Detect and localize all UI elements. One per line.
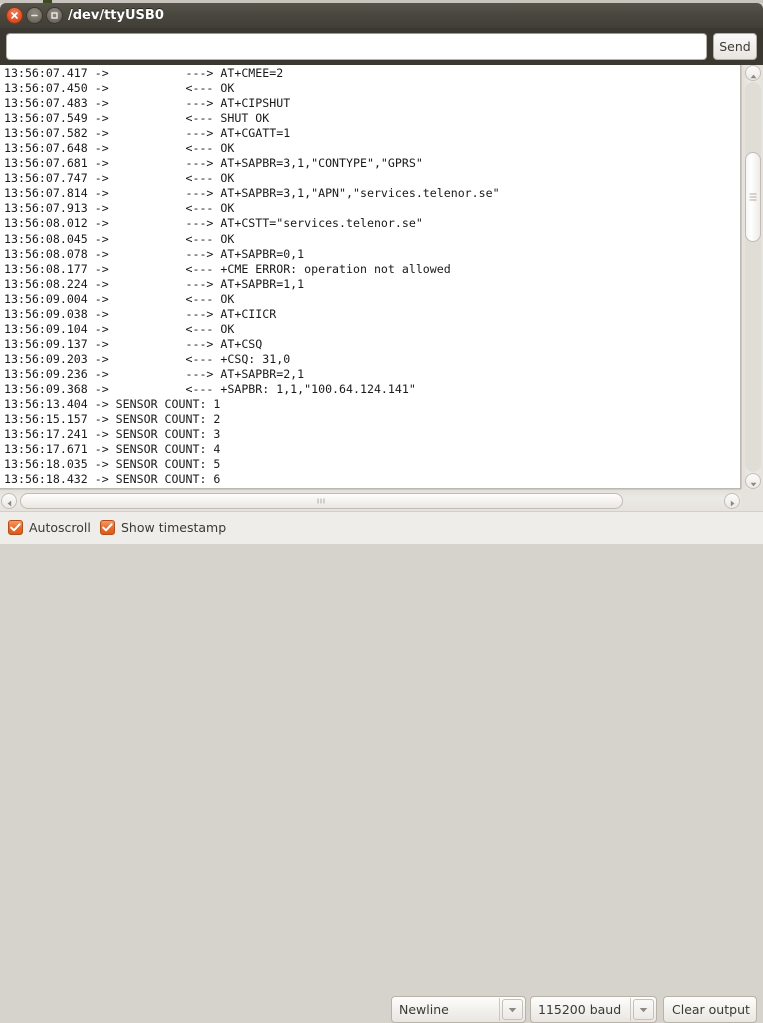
- grip-icon: [749, 193, 757, 201]
- window-body: Send 13:56:07.417 -> ---> AT+CMEE=2 13:5…: [0, 28, 763, 1023]
- minimize-button[interactable]: [26, 7, 43, 24]
- maximize-icon: [47, 8, 62, 23]
- checkmark-icon: [8, 520, 23, 535]
- line-ending-value: Newline: [399, 1002, 449, 1017]
- command-input[interactable]: [6, 33, 707, 60]
- show-timestamp-checkbox[interactable]: Show timestamp: [100, 520, 226, 535]
- horizontal-scrollbar[interactable]: [0, 489, 741, 511]
- scroll-up-button[interactable]: [745, 65, 761, 81]
- vertical-scrollbar[interactable]: [741, 65, 763, 489]
- serial-monitor-window: /dev/ttyUSB0 Send 13:56:07.417 -> ---> A…: [0, 0, 763, 1023]
- maximize-button[interactable]: [46, 7, 63, 24]
- console-log-text: 13:56:07.417 -> ---> AT+CMEE=2 13:56:07.…: [4, 66, 500, 487]
- checkmark-icon: [100, 520, 115, 535]
- window-controls: [6, 7, 63, 24]
- vertical-scrollbar-thumb[interactable]: [745, 152, 761, 242]
- close-button[interactable]: [6, 7, 23, 24]
- grip-icon: [317, 498, 326, 504]
- baud-rate-value: 115200 baud: [538, 1002, 622, 1017]
- vertical-scrollbar-trough[interactable]: [745, 82, 761, 472]
- console-panel: 13:56:07.417 -> ---> AT+CMEE=2 13:56:07.…: [0, 65, 763, 511]
- chevron-down-icon: [633, 999, 654, 1020]
- clear-output-button[interactable]: Clear output: [663, 996, 757, 1023]
- minimize-icon: [27, 8, 42, 23]
- chevron-down-icon: [750, 472, 757, 491]
- chevron-up-icon: [750, 64, 757, 83]
- window-titlebar: /dev/ttyUSB0: [0, 3, 763, 28]
- send-button[interactable]: Send: [713, 33, 757, 60]
- horizontal-scrollbar-thumb[interactable]: [20, 493, 623, 509]
- chevron-right-icon: [730, 492, 735, 511]
- combo-divider: [499, 998, 500, 1021]
- combo-divider: [630, 998, 631, 1021]
- line-ending-select[interactable]: Newline: [391, 996, 526, 1023]
- autoscroll-checkbox[interactable]: Autoscroll: [8, 520, 91, 535]
- close-icon: [7, 8, 22, 23]
- chevron-down-icon: [502, 999, 523, 1020]
- autoscroll-label: Autoscroll: [29, 520, 91, 535]
- send-row: Send: [0, 28, 763, 65]
- scroll-right-button[interactable]: [724, 493, 740, 509]
- chevron-left-icon: [7, 492, 12, 511]
- console-output-area[interactable]: 13:56:07.417 -> ---> AT+CMEE=2 13:56:07.…: [0, 65, 741, 489]
- show-timestamp-label: Show timestamp: [121, 520, 227, 535]
- window-title: /dev/ttyUSB0: [68, 8, 164, 23]
- scrollbar-corner: [741, 489, 763, 511]
- baud-rate-select[interactable]: 115200 baud: [530, 996, 657, 1023]
- scroll-left-button[interactable]: [1, 493, 17, 509]
- scroll-down-button[interactable]: [745, 473, 761, 489]
